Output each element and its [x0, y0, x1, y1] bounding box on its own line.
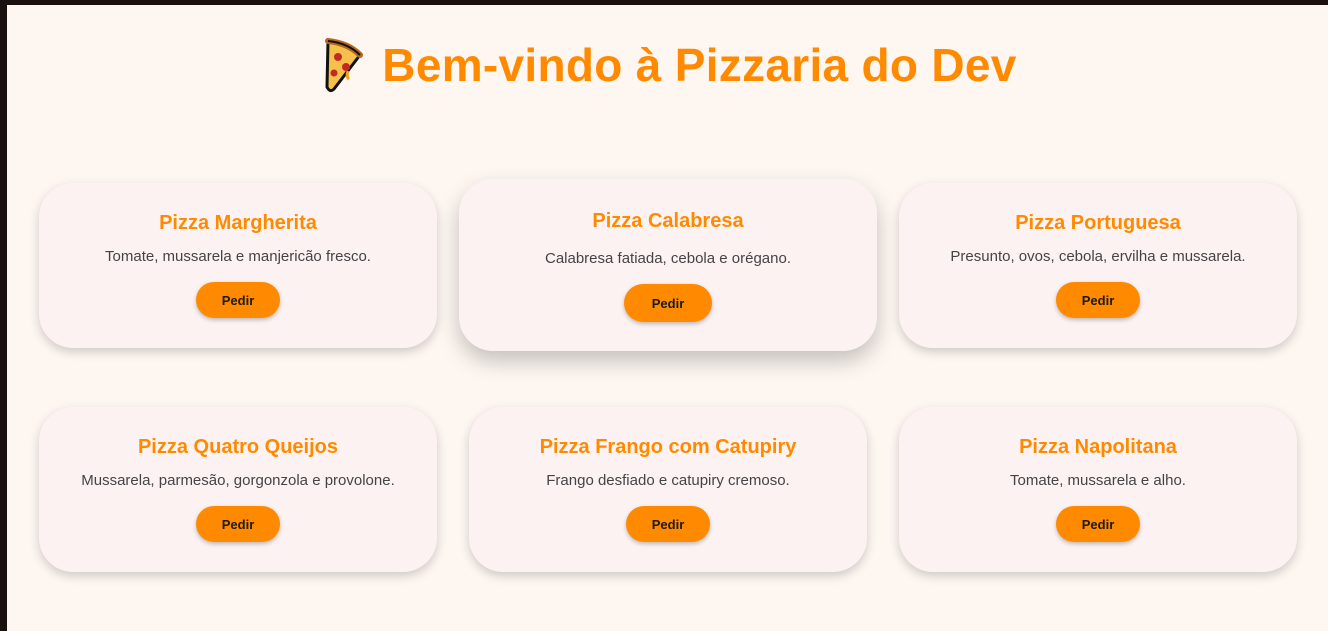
order-button[interactable]: Pedir: [624, 284, 712, 322]
pizza-name: Pizza Margherita: [159, 212, 317, 234]
pizza-card-calabresa: Pizza Calabresa Calabresa fatiada, cebol…: [459, 179, 877, 351]
pizza-card-napolitana: Pizza Napolitana Tomate, mussarela e alh…: [899, 407, 1297, 572]
pizza-name: Pizza Napolitana: [1019, 436, 1177, 458]
pizza-description: Mussarela, parmesão, gorgonzola e provol…: [81, 472, 395, 489]
pizza-description: Tomate, mussarela e manjericão fresco.: [105, 248, 371, 265]
pizza-description: Presunto, ovos, cebola, ervilha e mussar…: [950, 248, 1246, 265]
order-button[interactable]: Pedir: [626, 506, 710, 542]
pizza-card-quatro-queijos: Pizza Quatro Queijos Mussarela, parmesão…: [39, 407, 437, 572]
pizza-card-portuguesa: Pizza Portuguesa Presunto, ovos, cebola,…: [899, 183, 1297, 348]
order-button[interactable]: Pedir: [1056, 282, 1140, 318]
order-button[interactable]: Pedir: [196, 506, 280, 542]
pizza-description: Tomate, mussarela e alho.: [1010, 472, 1186, 489]
pizza-card-frango-catupiry: Pizza Frango com Catupiry Frango desfiad…: [469, 407, 867, 572]
page: Bem-vindo à Pizzaria do Dev Pizza Marghe…: [7, 5, 1328, 631]
pizza-card-margherita: Pizza Margherita Tomate, mussarela e man…: [39, 183, 437, 348]
pizza-name: Pizza Frango com Catupiry: [539, 436, 797, 458]
pizza-name: Pizza Portuguesa: [1015, 212, 1181, 234]
pizza-name: Pizza Quatro Queijos: [137, 436, 339, 458]
order-button[interactable]: Pedir: [196, 282, 280, 318]
pizza-description: Calabresa fatiada, cebola e orégano.: [544, 250, 791, 267]
pizza-grid: Pizza Margherita Tomate, mussarela e man…: [7, 5, 1328, 631]
pizza-name: Pizza Calabresa: [592, 210, 744, 232]
pizza-description: Frango desfiado e catupiry cremoso.: [546, 472, 790, 489]
order-button[interactable]: Pedir: [1056, 506, 1140, 542]
